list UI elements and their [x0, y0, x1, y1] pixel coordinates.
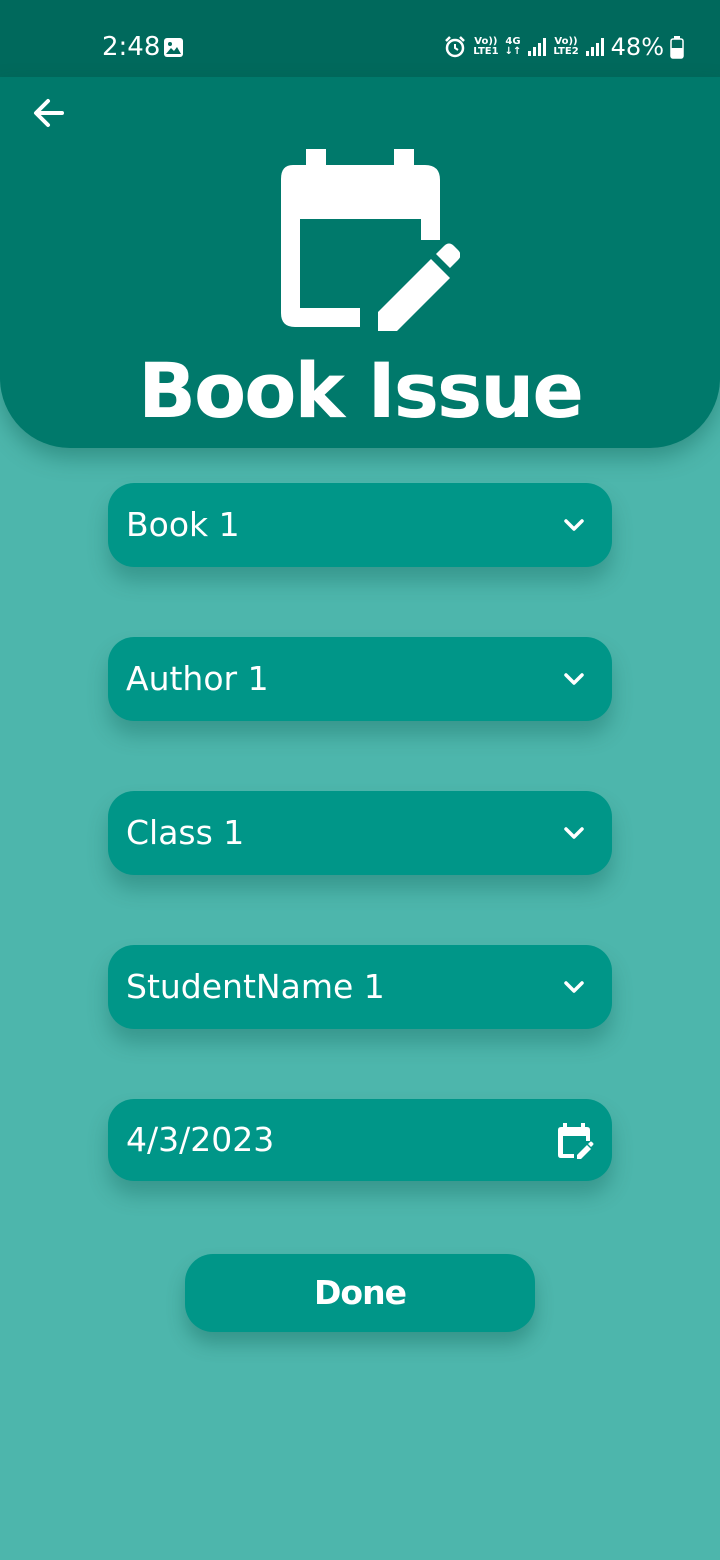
battery-percent: 48%	[610, 33, 664, 61]
date-field[interactable]: 4/3/2023	[108, 1099, 612, 1181]
chevron-down-icon	[564, 827, 584, 839]
book-dropdown-value: Book 1	[126, 505, 240, 544]
sim1-volte-label: Vo)) LTE1	[473, 36, 499, 57]
author-dropdown[interactable]: Author 1	[108, 637, 612, 721]
status-bar: 2:48 Vo)) LTE1 4G ↓↑ Vo)) LTE2 48%	[0, 0, 720, 77]
done-button[interactable]: Done	[185, 1254, 535, 1332]
network-type-label: 4G ↓↑	[504, 36, 522, 57]
class-dropdown[interactable]: Class 1	[108, 791, 612, 875]
book-dropdown[interactable]: Book 1	[108, 483, 612, 567]
status-icons: Vo)) LTE1 4G ↓↑ Vo)) LTE2 48%	[443, 30, 684, 64]
student-dropdown[interactable]: StudentName 1	[108, 945, 612, 1029]
sim2-volte-label: Vo)) LTE2	[553, 36, 579, 57]
student-dropdown-value: StudentName 1	[126, 967, 385, 1006]
chevron-down-icon	[564, 519, 584, 531]
chevron-down-icon	[564, 981, 584, 993]
page-title: Book Issue	[138, 346, 584, 435]
chevron-down-icon	[564, 673, 584, 685]
alarm-icon	[445, 36, 466, 58]
gallery-notification-icon	[164, 38, 183, 57]
date-field-value: 4/3/2023	[126, 1120, 275, 1159]
back-arrow-icon[interactable]	[24, 91, 74, 135]
edit-calendar-icon[interactable]	[556, 1121, 594, 1161]
battery-icon	[670, 36, 684, 59]
signal-icon	[528, 38, 547, 56]
class-dropdown-value: Class 1	[126, 813, 245, 852]
author-dropdown-value: Author 1	[126, 659, 269, 698]
header: Book Issue	[0, 77, 720, 448]
edit-calendar-icon	[281, 149, 460, 331]
status-time: 2:48	[102, 32, 161, 62]
signal-icon	[585, 38, 604, 56]
